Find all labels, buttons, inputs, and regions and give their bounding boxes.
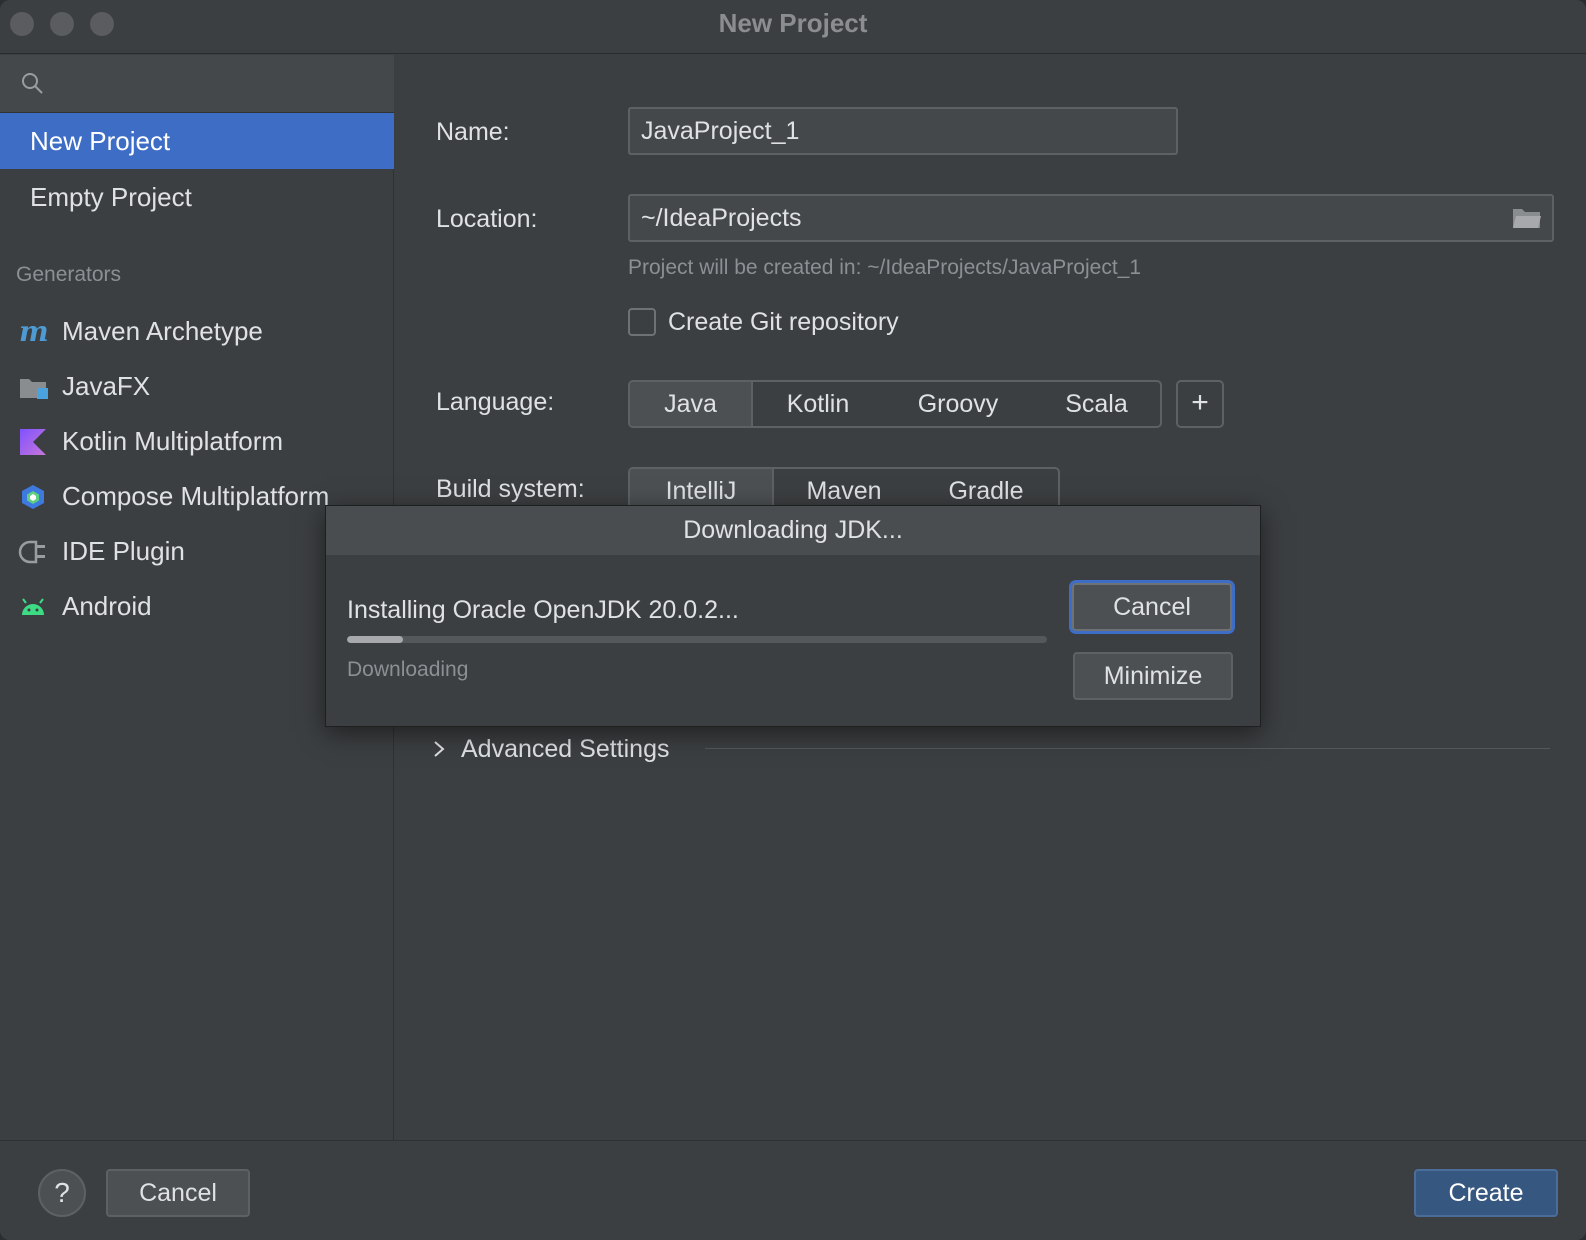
plugin-icon bbox=[18, 540, 45, 564]
search-input[interactable] bbox=[56, 65, 376, 103]
sidebar-item-label: New Project bbox=[30, 126, 171, 156]
advanced-settings-toggle[interactable]: Advanced Settings bbox=[461, 735, 669, 764]
dialog-cancel-button[interactable]: Cancel bbox=[1072, 583, 1232, 631]
window-title: New Project bbox=[718, 8, 868, 38]
divider bbox=[705, 748, 1550, 749]
sidebar-item-label: Maven Archetype bbox=[62, 316, 263, 346]
language-option-scala[interactable]: Scala bbox=[1033, 382, 1160, 426]
dialog-title: Downloading JDK... bbox=[326, 506, 1260, 555]
create-button[interactable]: Create bbox=[1414, 1169, 1558, 1217]
location-field-value: ~/IdeaProjects bbox=[641, 204, 802, 232]
sidebar-item-empty-project[interactable]: Empty Project bbox=[0, 169, 394, 225]
download-jdk-dialog: Downloading JDK... Installing Oracle Ope… bbox=[325, 505, 1261, 727]
sidebar-item-label: Kotlin Multiplatform bbox=[62, 426, 284, 456]
dialog-minimize-button[interactable]: Minimize bbox=[1073, 652, 1233, 700]
create-git-checkbox[interactable] bbox=[628, 308, 656, 336]
search-icon bbox=[22, 73, 43, 94]
sidebar-item-kotlin-multiplatform[interactable]: Kotlin Multiplatform bbox=[0, 415, 394, 467]
sidebar-item-maven-archetype[interactable]: m Maven Archetype bbox=[0, 305, 394, 357]
build-system-label: Build system: bbox=[436, 475, 585, 503]
name-field[interactable]: JavaProject_1 bbox=[628, 107, 1178, 155]
download-substatus: Downloading bbox=[347, 658, 469, 681]
language-option-groovy[interactable]: Groovy bbox=[883, 382, 1033, 426]
location-hint: Project will be created in: ~/IdeaProjec… bbox=[628, 256, 1142, 279]
name-field-value: JavaProject_1 bbox=[641, 117, 800, 145]
language-option-kotlin[interactable]: Kotlin bbox=[753, 382, 883, 426]
sidebar-item-label: IDE Plugin bbox=[62, 536, 185, 566]
kotlin-icon bbox=[20, 429, 46, 455]
android-icon bbox=[22, 598, 44, 615]
name-label: Name: bbox=[436, 118, 510, 146]
cancel-button[interactable]: Cancel bbox=[106, 1169, 250, 1217]
search-bar[interactable] bbox=[0, 55, 394, 113]
language-option-java[interactable]: Java bbox=[630, 382, 753, 426]
language-selector: Java Kotlin Groovy Scala bbox=[628, 380, 1162, 428]
location-label: Location: bbox=[436, 205, 538, 233]
help-button[interactable]: ? bbox=[38, 1169, 86, 1217]
download-progress-fill bbox=[347, 636, 403, 643]
sidebar-item-label: JavaFX bbox=[62, 371, 151, 401]
chevron-right-icon[interactable] bbox=[431, 739, 447, 759]
generators-header: Generators bbox=[16, 263, 122, 286]
create-git-label: Create Git repository bbox=[668, 308, 899, 336]
sidebar-item-label: Android bbox=[62, 591, 152, 621]
sidebar-item-new-project[interactable]: New Project bbox=[0, 113, 394, 169]
language-label: Language: bbox=[436, 388, 555, 416]
compose-icon bbox=[22, 485, 44, 509]
install-status: Installing Oracle OpenJDK 20.0.2... bbox=[347, 596, 739, 624]
new-project-window: New Project New Project Empty Project Ge… bbox=[0, 0, 1586, 1240]
folder-icon[interactable] bbox=[1512, 206, 1542, 230]
download-progress-bar bbox=[347, 636, 1047, 643]
add-language-button[interactable]: + bbox=[1176, 380, 1224, 428]
sidebar-item-label: Empty Project bbox=[30, 182, 192, 212]
sidebar-item-label: Compose Multiplatform bbox=[62, 481, 330, 511]
javafx-icon bbox=[20, 379, 48, 399]
maven-icon: m bbox=[19, 318, 48, 346]
location-field[interactable]: ~/IdeaProjects bbox=[628, 194, 1554, 242]
sidebar-item-javafx[interactable]: JavaFX bbox=[0, 360, 394, 412]
svg-text:m: m bbox=[19, 318, 48, 346]
footer: ? Cancel Create bbox=[0, 1140, 1586, 1240]
title-bar: New Project bbox=[0, 0, 1586, 54]
